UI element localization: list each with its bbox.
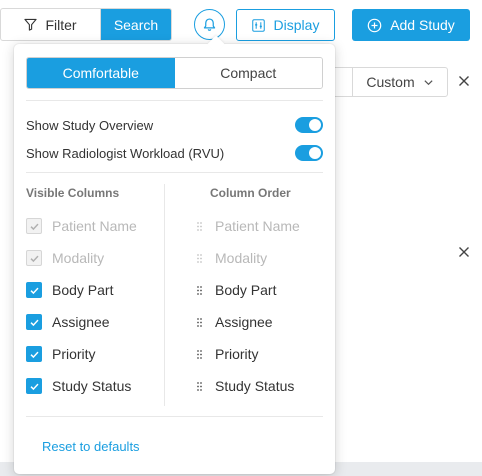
column-order-modality: Modality [197,248,267,268]
toggle-row-study-overview: Show Study Overview [26,115,323,135]
chevron-down-icon [424,79,433,85]
checkbox-icon [26,378,42,394]
rvu-switch[interactable] [295,145,323,161]
column-order-study-status[interactable]: Study Status [197,376,294,396]
column-separator [164,184,165,406]
visible-column-modality[interactable]: Modality [26,248,104,268]
visible-column-priority[interactable]: Priority [26,344,96,364]
column-order-priority[interactable]: Priority [197,344,259,364]
filter-button[interactable]: Filter [1,9,101,40]
drag-handle-icon [197,253,202,263]
checkbox-icon [26,314,42,330]
display-button[interactable]: Display [236,9,335,41]
column-order-body-part[interactable]: Body Part [197,280,276,300]
toggle-label: Show Study Overview [26,117,154,133]
checkbox-icon [26,282,42,298]
visible-column-label: Body Part [52,282,114,298]
column-order-label: Patient Name [215,218,300,234]
add-study-label: Add Study [390,17,455,33]
plus-circle-icon [367,18,382,32]
divider [26,172,323,173]
density-comfortable-option[interactable]: Comfortable [27,58,175,88]
column-order-heading: Column Order [210,186,291,200]
visible-columns-heading: Visible Columns [26,186,120,200]
visible-column-label: Patient Name [52,218,137,234]
column-order-label: Priority [215,346,259,362]
drag-handle-icon[interactable] [197,285,202,295]
filter-search-group: Filter Search [0,8,172,41]
study-overview-switch[interactable] [295,117,323,133]
filter-label: Filter [45,16,77,33]
column-order-label: Modality [215,250,268,266]
column-order-patient-name: Patient Name [197,216,300,236]
checkbox-icon [26,250,42,266]
close-icon[interactable] [457,74,471,88]
checkbox-icon [26,218,42,234]
bell-icon [203,18,216,31]
density-compact-option[interactable]: Compact [174,58,322,88]
drag-handle-icon[interactable] [197,317,202,327]
filter-icon [24,18,38,31]
column-order-assignee[interactable]: Assignee [197,312,273,332]
custom-select[interactable]: Custom [352,67,448,97]
visible-column-label: Modality [52,250,105,266]
divider [26,416,323,417]
column-order-label: Study Status [215,378,295,394]
visible-column-body-part[interactable]: Body Part [26,280,113,300]
visible-column-label: Priority [52,346,96,362]
close-icon[interactable] [457,245,471,259]
search-button[interactable]: Search [101,9,171,40]
visible-column-label: Assignee [52,314,110,330]
density-toggle: Comfortable Compact [26,57,323,89]
column-order-label: Body Part [215,282,277,298]
drag-handle-icon[interactable] [197,381,202,391]
visible-column-patient-name[interactable]: Patient Name [26,216,137,236]
custom-select-value: Custom [366,74,415,90]
drag-handle-icon[interactable] [197,349,202,359]
divider [26,100,323,101]
visible-column-label: Study Status [52,378,132,394]
toggle-label: Show Radiologist Workload (RVU) [26,145,225,161]
checkbox-icon [26,346,42,362]
drag-handle-icon [197,221,202,231]
column-order-label: Assignee [215,314,273,330]
notifications-button[interactable] [194,9,225,40]
display-popover: Comfortable Compact Show Study Overview … [14,35,335,474]
sliders-icon [251,18,265,32]
visible-column-study-status[interactable]: Study Status [26,376,131,396]
add-study-button[interactable]: Add Study [352,9,470,41]
display-label: Display [273,17,320,33]
toggle-row-rvu: Show Radiologist Workload (RVU) [26,143,323,163]
visible-column-assignee[interactable]: Assignee [26,312,110,332]
reset-to-defaults-link[interactable]: Reset to defaults [42,439,140,454]
